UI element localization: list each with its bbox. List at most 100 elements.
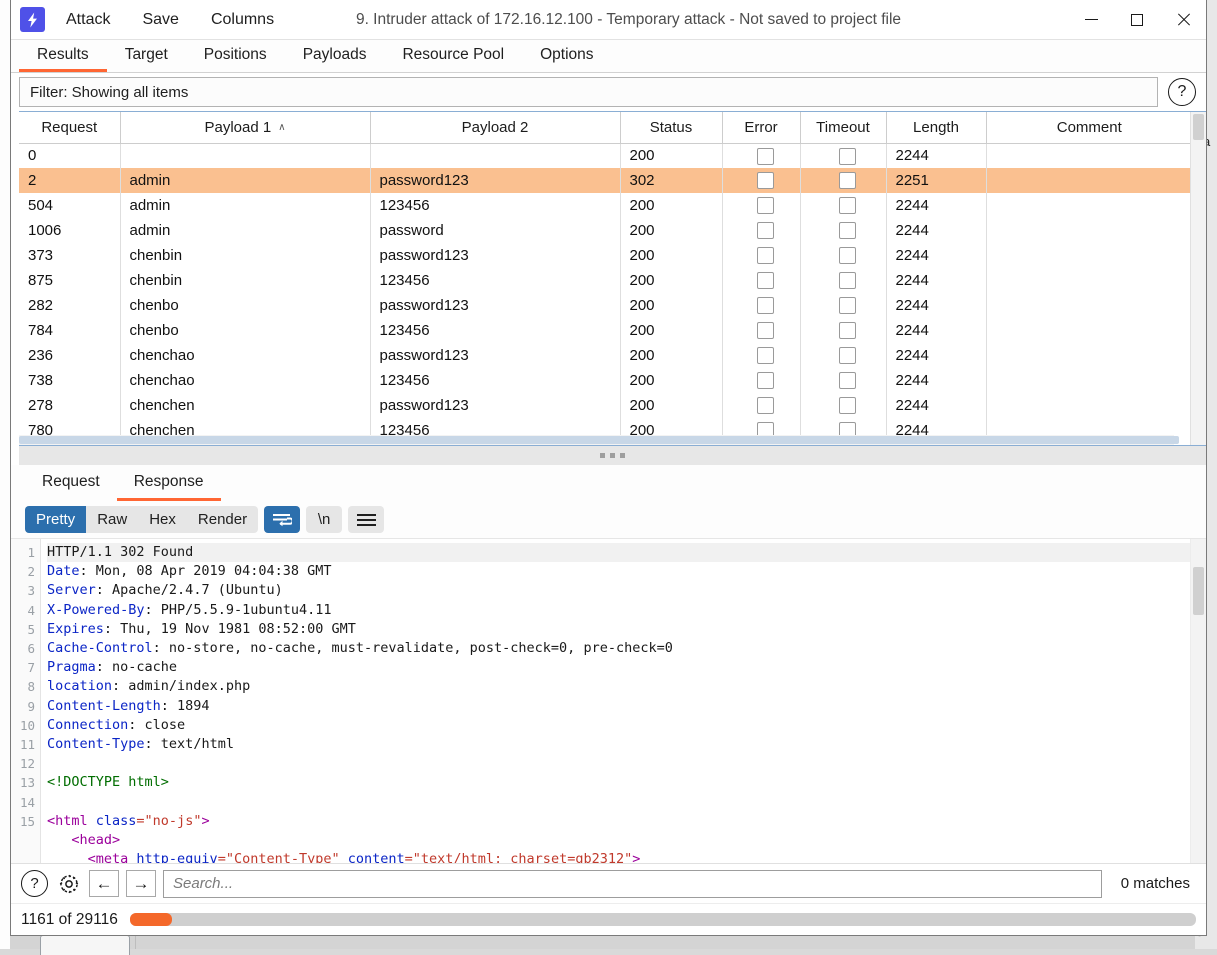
tab-options[interactable]: Options bbox=[522, 40, 611, 72]
column-header-error[interactable]: Error bbox=[722, 112, 800, 143]
response-vertical-scrollbar[interactable] bbox=[1190, 539, 1206, 863]
cell-timeout-checkbox[interactable] bbox=[800, 318, 886, 343]
hamburger-menu-icon[interactable] bbox=[348, 506, 384, 533]
checkbox-icon[interactable] bbox=[757, 272, 774, 289]
column-header-timeout[interactable]: Timeout bbox=[800, 112, 886, 143]
checkbox-icon[interactable] bbox=[839, 247, 856, 264]
cell-timeout-checkbox[interactable] bbox=[800, 368, 886, 393]
cell-error-checkbox[interactable] bbox=[722, 343, 800, 368]
checkbox-icon[interactable] bbox=[839, 297, 856, 314]
gear-icon[interactable] bbox=[55, 870, 82, 897]
checkbox-icon[interactable] bbox=[757, 222, 774, 239]
response-vertical-scrollbar-thumb[interactable] bbox=[1193, 567, 1204, 615]
checkbox-icon[interactable] bbox=[757, 197, 774, 214]
checkbox-icon[interactable] bbox=[757, 247, 774, 264]
cell-error-checkbox[interactable] bbox=[722, 193, 800, 218]
tab-positions[interactable]: Positions bbox=[186, 40, 285, 72]
tab-target[interactable]: Target bbox=[107, 40, 186, 72]
filter-bar[interactable]: Filter: Showing all items bbox=[19, 77, 1158, 107]
table-row[interactable]: 282chenbopassword1232002244 bbox=[19, 293, 1190, 318]
show-newlines-icon[interactable]: \n bbox=[306, 506, 342, 533]
table-row[interactable]: 784chenbo1234562002244 bbox=[19, 318, 1190, 343]
menu-attack[interactable]: Attack bbox=[55, 7, 121, 33]
results-vertical-scrollbar-thumb[interactable] bbox=[1193, 114, 1204, 140]
cell-error-checkbox[interactable] bbox=[722, 168, 800, 193]
help-icon[interactable]: ? bbox=[21, 870, 48, 897]
view-mode-render[interactable]: Render bbox=[187, 506, 258, 533]
checkbox-icon[interactable] bbox=[839, 197, 856, 214]
cell-error-checkbox[interactable] bbox=[722, 243, 800, 268]
column-header-comment[interactable]: Comment bbox=[986, 112, 1190, 143]
panel-splitter[interactable] bbox=[19, 445, 1206, 465]
cell-timeout-checkbox[interactable] bbox=[800, 143, 886, 168]
cell-error-checkbox[interactable] bbox=[722, 268, 800, 293]
cell-timeout-checkbox[interactable] bbox=[800, 268, 886, 293]
tab-results[interactable]: Results bbox=[19, 40, 107, 72]
checkbox-icon[interactable] bbox=[839, 397, 856, 414]
view-mode-hex[interactable]: Hex bbox=[138, 506, 187, 533]
checkbox-icon[interactable] bbox=[757, 172, 774, 189]
column-header-request[interactable]: Request bbox=[19, 112, 120, 143]
checkbox-icon[interactable] bbox=[839, 372, 856, 389]
checkbox-icon[interactable] bbox=[839, 172, 856, 189]
checkbox-icon[interactable] bbox=[757, 347, 774, 364]
checkbox-icon[interactable] bbox=[757, 148, 774, 165]
results-horizontal-scrollbar[interactable] bbox=[19, 435, 1174, 445]
help-icon[interactable]: ? bbox=[1168, 78, 1196, 106]
view-mode-raw[interactable]: Raw bbox=[86, 506, 138, 533]
view-mode-segmented-control: Pretty Raw Hex Render bbox=[25, 506, 258, 533]
cell-timeout-checkbox[interactable] bbox=[800, 293, 886, 318]
column-header-status[interactable]: Status bbox=[620, 112, 722, 143]
cell-timeout-checkbox[interactable] bbox=[800, 393, 886, 418]
tab-request[interactable]: Request bbox=[25, 465, 117, 501]
checkbox-icon[interactable] bbox=[757, 322, 774, 339]
cell-timeout-checkbox[interactable] bbox=[800, 243, 886, 268]
tab-response[interactable]: Response bbox=[117, 465, 221, 501]
checkbox-icon[interactable] bbox=[757, 397, 774, 414]
column-header-payload2[interactable]: Payload 2 bbox=[370, 112, 620, 143]
close-button[interactable] bbox=[1160, 0, 1206, 39]
menu-columns[interactable]: Columns bbox=[200, 7, 285, 33]
checkbox-icon[interactable] bbox=[839, 322, 856, 339]
cell-error-checkbox[interactable] bbox=[722, 293, 800, 318]
cell-error-checkbox[interactable] bbox=[722, 393, 800, 418]
table-row[interactable]: 236chenchaopassword1232002244 bbox=[19, 343, 1190, 368]
table-row[interactable]: 278chenchenpassword1232002244 bbox=[19, 393, 1190, 418]
tab-payloads[interactable]: Payloads bbox=[285, 40, 385, 72]
tab-resource-pool[interactable]: Resource Pool bbox=[384, 40, 522, 72]
table-row[interactable]: 1006adminpassword2002244 bbox=[19, 218, 1190, 243]
table-row[interactable]: 02002244 bbox=[19, 143, 1190, 168]
cell-timeout-checkbox[interactable] bbox=[800, 343, 886, 368]
cell-timeout-checkbox[interactable] bbox=[800, 168, 886, 193]
view-mode-pretty[interactable]: Pretty bbox=[25, 506, 86, 533]
search-previous-button[interactable]: ← bbox=[89, 870, 119, 897]
results-horizontal-scrollbar-thumb[interactable] bbox=[19, 436, 1179, 444]
table-row[interactable]: 504admin1234562002244 bbox=[19, 193, 1190, 218]
search-input[interactable]: Search... bbox=[163, 870, 1102, 898]
checkbox-icon[interactable] bbox=[757, 372, 774, 389]
column-header-payload1[interactable]: Payload 1∧ bbox=[120, 112, 370, 143]
checkbox-icon[interactable] bbox=[839, 347, 856, 364]
minimize-button[interactable] bbox=[1068, 0, 1114, 39]
maximize-button[interactable] bbox=[1114, 0, 1160, 39]
checkbox-icon[interactable] bbox=[839, 272, 856, 289]
table-row[interactable]: 373chenbinpassword1232002244 bbox=[19, 243, 1190, 268]
results-vertical-scrollbar[interactable] bbox=[1190, 112, 1206, 445]
cell-error-checkbox[interactable] bbox=[722, 218, 800, 243]
column-header-length[interactable]: Length bbox=[886, 112, 986, 143]
checkbox-icon[interactable] bbox=[757, 297, 774, 314]
cell-timeout-checkbox[interactable] bbox=[800, 193, 886, 218]
cell-error-checkbox[interactable] bbox=[722, 318, 800, 343]
table-row[interactable]: 875chenbin1234562002244 bbox=[19, 268, 1190, 293]
menu-save[interactable]: Save bbox=[131, 7, 189, 33]
checkbox-icon[interactable] bbox=[839, 222, 856, 239]
table-row[interactable]: 738chenchao1234562002244 bbox=[19, 368, 1190, 393]
search-next-button[interactable]: → bbox=[126, 870, 156, 897]
table-row[interactable]: 2adminpassword1233022251 bbox=[19, 168, 1190, 193]
cell-timeout-checkbox[interactable] bbox=[800, 218, 886, 243]
checkbox-icon[interactable] bbox=[839, 148, 856, 165]
response-code-area[interactable]: HTTP/1.1 302 FoundDate: Mon, 08 Apr 2019… bbox=[41, 539, 1190, 863]
cell-error-checkbox[interactable] bbox=[722, 143, 800, 168]
cell-error-checkbox[interactable] bbox=[722, 368, 800, 393]
word-wrap-icon[interactable] bbox=[264, 506, 300, 533]
